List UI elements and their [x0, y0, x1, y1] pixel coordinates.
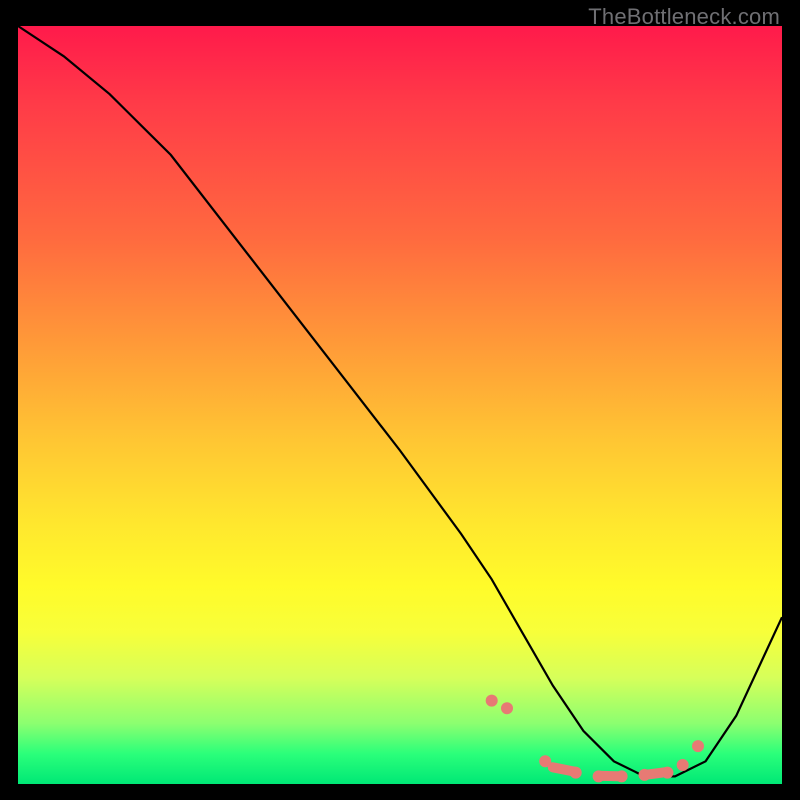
marker-dot — [486, 695, 498, 707]
chart-frame: TheBottleneck.com — [0, 0, 800, 800]
marker-dash — [553, 767, 576, 772]
marker-dot — [501, 702, 513, 714]
marker-dash — [645, 772, 668, 775]
marker-dot — [692, 740, 704, 752]
marker-dash — [599, 776, 622, 777]
curve-svg — [18, 26, 782, 784]
marker-dot — [677, 759, 689, 771]
gradient-plot-area — [18, 26, 782, 784]
bottleneck-curve — [18, 26, 782, 776]
